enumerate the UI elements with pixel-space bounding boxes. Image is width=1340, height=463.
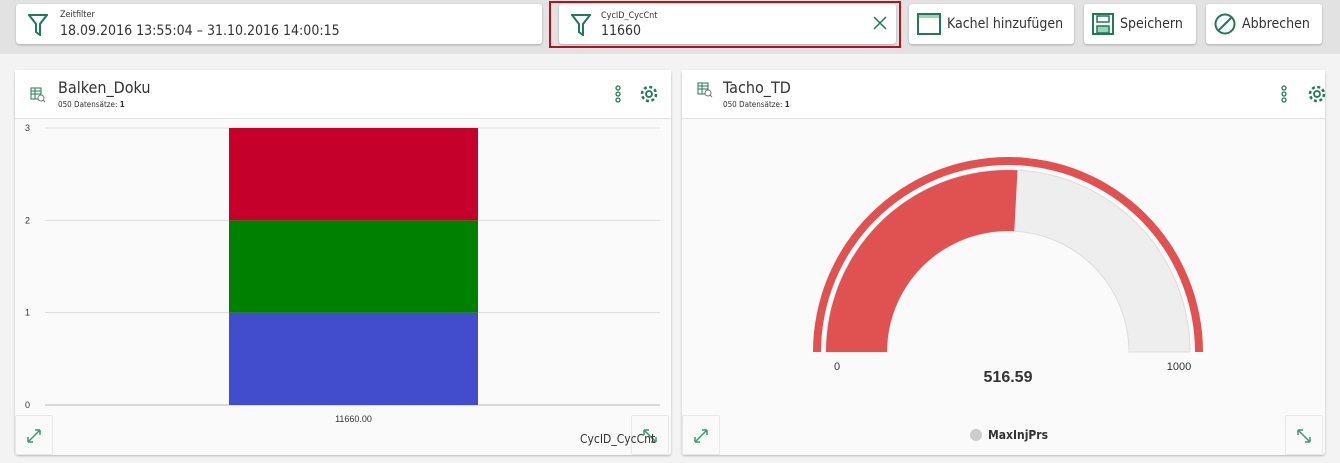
add-tile-button[interactable]: Kachel hinzufügen	[909, 4, 1074, 44]
gear-icon[interactable]	[1307, 84, 1327, 104]
add-tile-label: Kachel hinzufügen	[947, 16, 1064, 32]
more-icon[interactable]	[1281, 85, 1287, 103]
cancel-label: Abbrechen	[1242, 16, 1310, 32]
tile-tacho-td: Tacho_TD 050 Datensätze: 1 0 1000 516.59 M…	[682, 70, 1327, 455]
tile-subtitle: 050 Datensätze: 1	[58, 100, 125, 109]
filter-icon	[28, 14, 48, 36]
expand-icon	[27, 429, 41, 443]
gauge-min-label: 0	[834, 361, 840, 373]
bar-chart: 0 1 2 3 11660.00	[25, 123, 660, 424]
expand-button[interactable]	[682, 415, 720, 455]
y-tick-label: 3	[25, 123, 30, 133]
save-label: Speichern	[1120, 16, 1183, 32]
y-tick-label: 2	[25, 215, 30, 225]
cancel-icon	[1214, 13, 1236, 35]
expand-icon	[694, 429, 708, 443]
tile-header: Tacho_TD 050 Datensätze: 1	[682, 70, 1327, 119]
resize-icon	[1297, 429, 1311, 443]
cancel-button[interactable]: Abbrechen	[1206, 4, 1322, 44]
gauge-max-label: 1000	[1167, 361, 1191, 373]
tile-subtitle: 050 Datensätze: 1	[723, 100, 790, 109]
more-icon[interactable]	[615, 85, 621, 103]
bar-segment	[229, 312, 478, 405]
cyc-filter-value: 11660	[601, 23, 642, 39]
bar-segment	[229, 128, 478, 221]
gauge-fill	[826, 169, 1018, 352]
subtitle-label: 050 Datensätze:	[58, 100, 118, 109]
filter-icon	[571, 14, 591, 36]
gauge-value-label: 516.59	[984, 369, 1033, 386]
resize-button[interactable]	[1285, 415, 1323, 455]
time-filter-value: 18.09.2016 13:55:04 – 31.10.2016 14:00:1…	[60, 23, 340, 39]
legend-label: MaxInjPrs	[988, 428, 1049, 442]
bar-segment	[229, 220, 478, 313]
gauge-chart: 0 1000 516.59	[813, 157, 1203, 386]
subtitle-count: 1	[119, 100, 125, 109]
y-tick-label: 0	[25, 400, 30, 410]
save-button[interactable]: Speichern	[1084, 4, 1196, 44]
tile-title: Balken_Doku	[58, 78, 151, 97]
time-filter-label: Zeitfilter	[60, 10, 95, 20]
legend-dot-icon	[970, 429, 982, 441]
tile-header: Balken_Doku 050 Datensätze: 1	[15, 70, 671, 119]
y-tick-label: 1	[25, 308, 30, 318]
table-search-icon	[30, 87, 46, 103]
expand-button[interactable]	[15, 415, 53, 455]
close-icon[interactable]	[873, 16, 887, 30]
table-search-icon	[697, 82, 713, 98]
cyc-filter[interactable]: CycID_CycCnt 11660	[559, 4, 896, 44]
tile-icon	[917, 13, 941, 35]
save-icon	[1092, 13, 1114, 35]
subtitle-count: 1	[784, 100, 790, 109]
tile-title: Tacho_TD	[723, 78, 791, 97]
subtitle-label: 050 Datensätze:	[723, 100, 783, 109]
gear-icon[interactable]	[639, 84, 659, 104]
legend: MaxInjPrs	[970, 428, 1048, 442]
x-tick-label: 11660.00	[335, 414, 372, 424]
time-filter[interactable]: Zeitfilter 18.09.2016 13:55:04 – 31.10.2…	[16, 4, 542, 44]
cyc-filter-label: CycID_CycCnt	[601, 11, 658, 21]
x-axis-label: CycID_CycCnt	[580, 432, 656, 446]
tile-balken-doku: Balken_Doku 050 Datensätze: 1 0 1 2 3 11660.…	[15, 70, 671, 455]
